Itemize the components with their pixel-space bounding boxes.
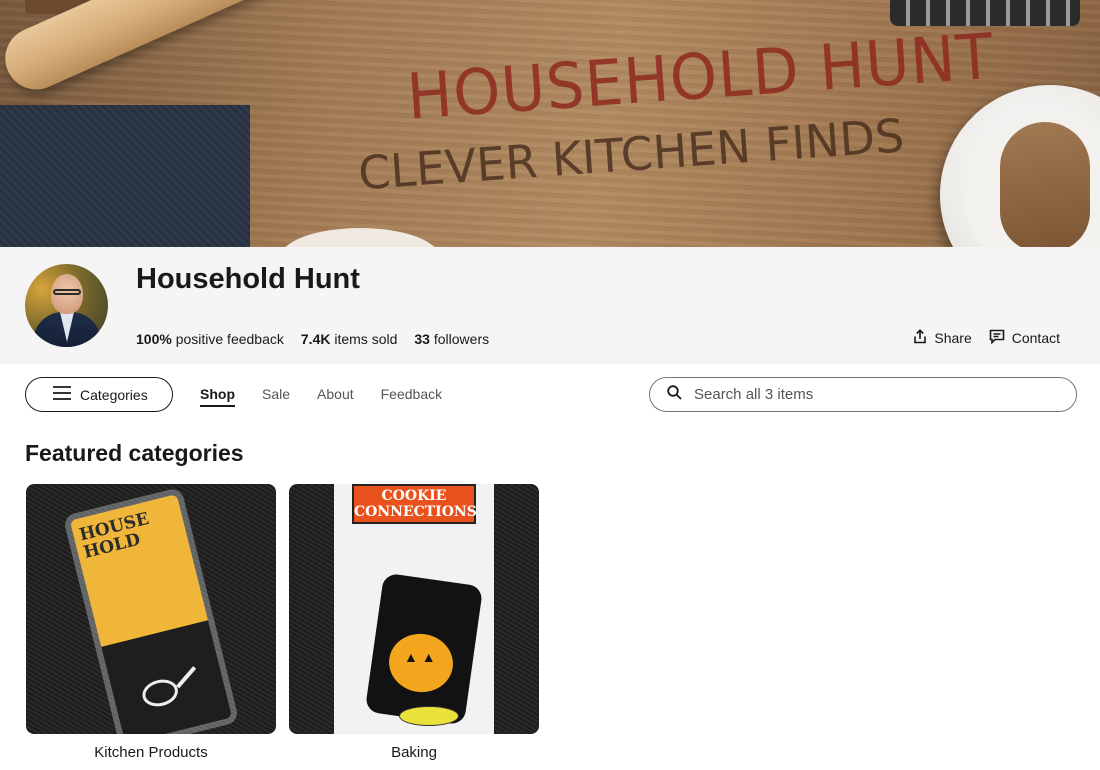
banner-title: HOUSEHOLD HUNT	[404, 20, 997, 135]
feedback-label: positive feedback	[175, 331, 284, 347]
baking-image[interactable]: COOKIE CONNECTIONS ▲ ▲	[289, 484, 539, 734]
followers-value: 33	[414, 331, 430, 347]
store-banner: HOUSEHOLD HUNT CLEVER KITCHEN FINDS	[0, 0, 1100, 247]
kitchen-products-image[interactable]: HOUSE HOLD	[26, 484, 276, 734]
search-icon	[667, 384, 682, 405]
share-button[interactable]: Share	[913, 329, 972, 347]
followers-label: followers	[433, 331, 490, 347]
category-card-baking[interactable]: COOKIE CONNECTIONS ▲ ▲ Baking	[289, 484, 539, 761]
share-label: Share	[934, 330, 972, 346]
search-input[interactable]	[694, 386, 1054, 403]
store-nav: Categories Shop Sale About Feedback	[0, 364, 1100, 424]
store-tabs: Shop Sale About Feedback	[200, 386, 469, 407]
items-sold-value: 7.4K	[300, 331, 331, 347]
categories-label: Categories	[80, 386, 148, 403]
category-card-kitchen-products[interactable]: HOUSE HOLD Kitchen Products	[26, 484, 276, 761]
search-box[interactable]	[649, 377, 1077, 412]
tab-feedback[interactable]: Feedback	[381, 386, 442, 407]
store-header: Household Hunt 100% positive feedback 7.…	[0, 247, 1100, 364]
items-sold-label: items sold	[334, 331, 398, 347]
category-label[interactable]: Baking	[289, 744, 539, 761]
avatar[interactable]	[25, 264, 108, 347]
baking-product-brand: COOKIE CONNECTIONS	[352, 484, 477, 524]
contact-button[interactable]: Contact	[989, 329, 1060, 347]
category-label[interactable]: Kitchen Products	[26, 744, 276, 761]
share-icon	[913, 329, 927, 347]
items-sold-stat: 7.4K items sold	[301, 331, 398, 347]
tab-about[interactable]: About	[317, 386, 354, 407]
featured-categories-title: Featured categories	[25, 440, 244, 466]
categories-button[interactable]: Categories	[25, 377, 173, 412]
contact-label: Contact	[1011, 330, 1060, 346]
feedback-value: 100%	[136, 331, 172, 347]
tab-sale[interactable]: Sale	[262, 386, 290, 407]
tab-shop[interactable]: Shop	[200, 386, 235, 407]
store-name: Household Hunt	[136, 263, 360, 295]
followers-stat: 33 followers	[414, 331, 489, 347]
feedback-stat[interactable]: 100% positive feedback	[136, 331, 284, 347]
kitchen-product-brand: HOUSE HOLD	[77, 508, 151, 563]
store-stats: 100% positive feedback 7.4K items sold 3…	[136, 331, 489, 347]
hamburger-icon	[53, 386, 71, 403]
message-icon	[989, 329, 1005, 347]
